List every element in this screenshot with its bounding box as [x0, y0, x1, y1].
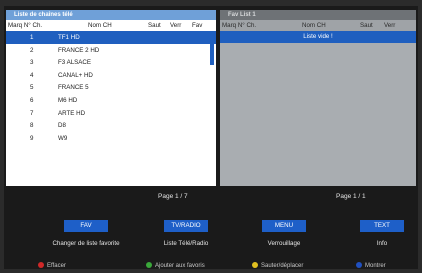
menu-button[interactable]: MENU — [262, 220, 306, 232]
fav-button-label: Changer de liste favorite — [52, 240, 120, 247]
fav-list-panel: Fav List 1 Marq N° Ch. Nom CH Saut Verr … — [220, 10, 416, 186]
channel-row[interactable]: 1 TF1 HD — [6, 31, 216, 44]
col-num: Marq N° Ch. — [8, 22, 43, 29]
blue-dot-icon — [356, 262, 362, 268]
channel-name: FRANCE 5 — [58, 84, 89, 92]
channel-number: 2 — [30, 46, 34, 54]
channel-row[interactable]: 3 F3 ALSACE — [6, 56, 216, 69]
channel-name: M6 HD — [58, 96, 78, 104]
col-name: Nom CH — [302, 22, 326, 29]
legend-skip-move[interactable]: Sauter/déplacer — [252, 262, 303, 269]
channel-row[interactable]: 7 ARTE HD — [6, 107, 216, 120]
channel-number: 8 — [30, 122, 34, 130]
channel-name: FRANCE 2 HD — [58, 46, 100, 54]
channel-number: 5 — [30, 84, 34, 92]
left-page-indicator: Page 1 / 7 — [158, 193, 188, 200]
channel-name: ARTE HD — [58, 109, 86, 117]
channel-name: W9 — [58, 134, 68, 142]
col-num: Marq N° Ch. — [222, 22, 257, 29]
yellow-dot-icon — [252, 262, 258, 268]
fav-button[interactable]: FAV — [64, 220, 108, 232]
scrollbar-thumb[interactable] — [210, 31, 214, 65]
text-button-label: Info — [376, 240, 388, 247]
channel-name: CANAL+ HD — [58, 71, 93, 79]
channel-list-header: Marq N° Ch. Nom CH Saut Verr Fav — [6, 20, 216, 31]
channel-number: 3 — [30, 59, 34, 67]
col-lock: Verr — [170, 22, 182, 29]
col-fav: Fav — [192, 22, 203, 29]
tv-radio-button-label: Liste Télé/Radio — [163, 240, 209, 247]
red-dot-icon — [38, 262, 44, 268]
channel-number: 6 — [30, 96, 34, 104]
col-skip: Saut — [148, 22, 161, 29]
col-lock: Verr — [384, 22, 396, 29]
channel-number: 4 — [30, 71, 34, 79]
col-name: Nom CH — [88, 22, 112, 29]
channel-row[interactable]: 5 FRANCE 5 — [6, 81, 216, 94]
fav-list-title: Fav List 1 — [220, 10, 416, 20]
channel-rows: 1 TF1 HD 2 FRANCE 2 HD 3 F3 ALSACE 4 CANAL+ HD 5… — [6, 31, 216, 144]
text-button[interactable]: TEXT — [360, 220, 404, 232]
channel-name: TF1 HD — [58, 34, 80, 41]
fav-list-header: Marq N° Ch. Nom CH Saut Verr — [220, 20, 416, 31]
channel-row[interactable]: 9 W9 — [6, 132, 216, 145]
legend-show[interactable]: Montrer — [356, 262, 386, 269]
tv-radio-button[interactable]: TV/RADIO — [164, 220, 208, 232]
channel-list-title: Liste de chaînes télé — [6, 10, 216, 20]
channel-row[interactable]: 4 CANAL+ HD — [6, 69, 216, 82]
channel-number: 9 — [30, 134, 34, 142]
channel-number: 7 — [30, 109, 34, 117]
channel-list-panel: Liste de chaînes télé Marq N° Ch. Nom CH… — [6, 10, 216, 186]
fav-list-empty-row[interactable]: Liste vide ! — [220, 31, 416, 43]
channel-row[interactable]: 6 M6 HD — [6, 94, 216, 107]
channel-name: F3 ALSACE — [58, 59, 92, 67]
menu-button-label: Verrouillage — [267, 240, 301, 247]
channel-row[interactable]: 2 FRANCE 2 HD — [6, 44, 216, 57]
channel-number: 1 — [30, 34, 34, 41]
col-skip: Saut — [360, 22, 373, 29]
legend-add-fav[interactable]: Ajouter aux favoris — [146, 262, 205, 269]
channel-name: D8 — [58, 122, 66, 130]
right-page-indicator: Page 1 / 1 — [336, 193, 366, 200]
channel-row[interactable]: 8 D8 — [6, 119, 216, 132]
legend-delete[interactable]: Effacer — [38, 262, 66, 269]
green-dot-icon — [146, 262, 152, 268]
